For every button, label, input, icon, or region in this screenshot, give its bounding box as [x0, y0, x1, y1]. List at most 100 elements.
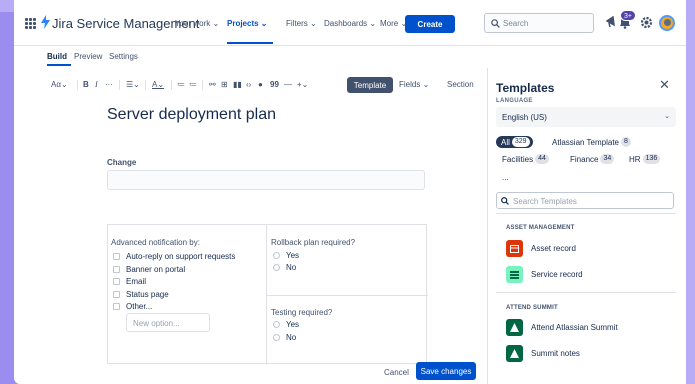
- language-select[interactable]: English (US) ⌄: [496, 107, 676, 127]
- quote-icon[interactable]: 99: [270, 80, 279, 89]
- radio-testing-yes[interactable]: Yes: [273, 320, 299, 329]
- bullet-list-icon[interactable]: ≔: [177, 80, 185, 89]
- templates-panel: Templates ✕ LANGUAGE English (US) ⌄ All 3…: [487, 68, 686, 384]
- checkbox-email[interactable]: Email: [113, 277, 146, 286]
- template-service-record[interactable]: Service record: [506, 266, 583, 283]
- category-attend-summit: ATTEND SUMMIT: [506, 305, 558, 311]
- radio-icon[interactable]: [273, 321, 280, 328]
- numbered-list-icon[interactable]: ≔: [189, 80, 197, 89]
- toolbar-divider: [77, 80, 78, 90]
- close-icon[interactable]: ✕: [659, 77, 670, 93]
- jira-logo-icon: [41, 15, 50, 29]
- radio-rollback-yes[interactable]: Yes: [273, 251, 299, 260]
- template-button[interactable]: Template: [347, 77, 393, 93]
- checkbox-status-page[interactable]: Status page: [113, 290, 169, 299]
- code-icon[interactable]: ‹›: [246, 80, 251, 89]
- checkbox-icon[interactable]: [113, 291, 120, 298]
- nav-projects[interactable]: Projects ⌄: [227, 19, 268, 28]
- asset-record-icon: [506, 240, 523, 257]
- text-style-dropdown[interactable]: Aα⌄: [51, 80, 68, 89]
- radio-rollback-no[interactable]: No: [273, 263, 296, 272]
- radio-icon[interactable]: [273, 264, 280, 271]
- save-changes-button[interactable]: Save changes: [416, 362, 476, 380]
- toolbar-divider: [202, 80, 203, 90]
- divider-icon[interactable]: —: [284, 80, 292, 89]
- template-search-input[interactable]: Search Templates: [496, 192, 674, 209]
- search-icon: [491, 19, 500, 28]
- top-navigation: Jira Service Management Your work ⌄ Proj…: [14, 0, 686, 46]
- template-summit-notes[interactable]: Summit notes: [506, 345, 580, 362]
- chip-more[interactable]: ...: [502, 171, 509, 183]
- templates-panel-title: Templates: [496, 81, 555, 95]
- bold-icon[interactable]: B: [83, 80, 89, 89]
- search-input[interactable]: Search: [484, 13, 594, 33]
- nav-dashboards[interactable]: Dashboards ⌄: [324, 19, 376, 28]
- cancel-button[interactable]: Cancel: [384, 368, 409, 377]
- table-icon[interactable]: ⊞: [221, 80, 228, 89]
- new-option-input[interactable]: New option...: [126, 313, 210, 332]
- language-label: LANGUAGE: [496, 98, 533, 104]
- summit-icon: [506, 345, 523, 362]
- nav-more[interactable]: More ⌄: [380, 19, 407, 28]
- link-icon[interactable]: ⚯: [209, 80, 216, 89]
- template-asset-record[interactable]: Asset record: [506, 240, 576, 257]
- more-formatting-icon[interactable]: ···: [105, 80, 113, 89]
- testing-question: Testing required?: [271, 308, 333, 317]
- insert-plus-icon[interactable]: +⌄: [297, 80, 308, 89]
- chip-finance[interactable]: Finance 34: [570, 153, 615, 165]
- text-color-icon[interactable]: A⌄: [152, 80, 164, 89]
- info-icon[interactable]: ●: [258, 80, 263, 89]
- chip-all[interactable]: All 329: [496, 136, 533, 148]
- language-value: English (US): [502, 113, 547, 122]
- chip-facilities[interactable]: Facilities 44: [502, 153, 549, 165]
- radio-icon[interactable]: [273, 252, 280, 259]
- chip-hr[interactable]: HR 136: [629, 153, 661, 165]
- checkbox-icon[interactable]: [113, 278, 120, 285]
- app-window: Jira Service Management Your work ⌄ Proj…: [14, 0, 686, 384]
- active-nav-indicator: [227, 42, 273, 44]
- fields-dropdown[interactable]: Fields ⌄: [399, 80, 429, 89]
- checkbox-icon[interactable]: [113, 253, 120, 260]
- tab-preview[interactable]: Preview: [74, 52, 102, 61]
- summit-icon: [506, 319, 523, 336]
- rollback-question: Rollback plan required?: [271, 238, 356, 247]
- form-title[interactable]: Server deployment plan: [107, 106, 276, 124]
- toolbar-divider: [171, 80, 172, 90]
- template-attend-atlassian-summit[interactable]: Attend Atlassian Summit: [506, 319, 618, 336]
- notification-question: Advanced notification by:: [111, 238, 200, 247]
- section-button[interactable]: Section: [447, 80, 474, 89]
- service-record-icon: [506, 266, 523, 283]
- nav-your-work[interactable]: Your work ⌄: [175, 19, 219, 28]
- columns-icon[interactable]: ▮▮: [233, 80, 242, 89]
- app-switcher-icon[interactable]: [25, 18, 36, 29]
- checkbox-icon[interactable]: [113, 303, 120, 310]
- user-avatar[interactable]: [659, 15, 675, 31]
- create-button[interactable]: Create: [405, 15, 455, 33]
- change-field-input[interactable]: [107, 170, 425, 190]
- megaphone-icon[interactable]: [606, 16, 618, 28]
- checkbox-other[interactable]: Other...: [113, 302, 152, 311]
- notification-badge: 3+: [620, 10, 636, 21]
- chevron-down-icon: ⌄: [664, 113, 670, 120]
- category-asset-management: ASSET MANAGEMENT: [506, 225, 575, 231]
- settings-gear-icon[interactable]: [640, 16, 653, 29]
- search-icon: [501, 197, 509, 205]
- nav-filters[interactable]: Filters ⌄: [286, 19, 317, 28]
- panel-divider: [496, 213, 676, 214]
- tab-settings[interactable]: Settings: [109, 52, 138, 61]
- table-divider: [267, 295, 428, 296]
- chip-atlassian-template[interactable]: Atlassian Template 8: [552, 136, 631, 148]
- tab-build[interactable]: Build: [47, 52, 67, 61]
- checkbox-banner[interactable]: Banner on portal: [113, 265, 185, 274]
- toolbar-divider: [119, 80, 120, 90]
- template-search-placeholder: Search Templates: [513, 197, 577, 206]
- radio-icon[interactable]: [273, 334, 280, 341]
- checkbox-auto-reply[interactable]: Auto-reply on support requests: [113, 252, 235, 261]
- italic-icon[interactable]: I: [95, 80, 98, 89]
- toolbar-divider: [145, 80, 146, 90]
- radio-testing-no[interactable]: No: [273, 333, 296, 342]
- search-placeholder: Search: [503, 19, 529, 28]
- panel-divider: [496, 292, 676, 293]
- checkbox-icon[interactable]: [113, 266, 120, 273]
- align-dropdown-icon[interactable]: ☰⌄: [126, 80, 140, 89]
